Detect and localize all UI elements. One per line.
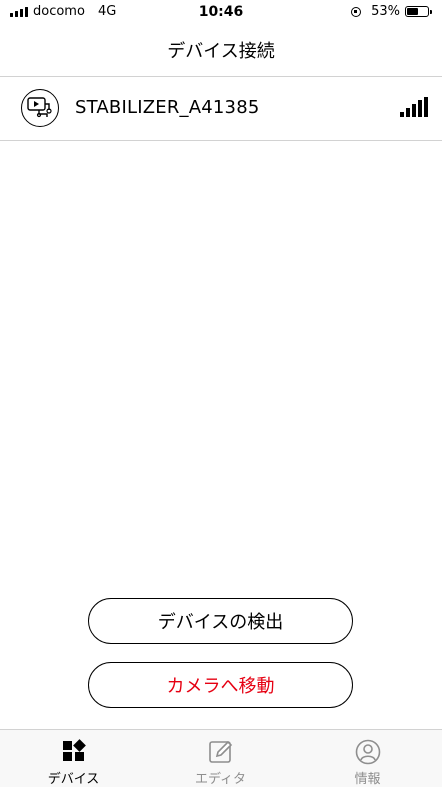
tab-info[interactable]: 情報	[294, 730, 441, 787]
tab-editor[interactable]: エディタ	[147, 730, 294, 787]
device-name: STABILIZER_A41385	[75, 97, 260, 118]
edit-icon	[208, 740, 232, 763]
tab-devices-label: デバイス	[47, 772, 100, 787]
device-row-divider	[0, 140, 442, 141]
go-to-camera-button[interactable]: カメラへ移動	[88, 662, 353, 708]
stabilizer-camera-icon	[21, 89, 59, 127]
tab-bar: デバイス エディタ 情報	[0, 729, 442, 787]
tab-info-label: 情報	[354, 772, 381, 787]
tab-devices[interactable]: デバイス	[0, 730, 147, 787]
battery-fill	[407, 8, 418, 15]
devices-icon	[62, 739, 86, 761]
page-title: デバイス接続	[167, 41, 275, 62]
signal-strength-icon	[400, 97, 428, 117]
status-right: 53%	[351, 4, 432, 19]
battery-cap	[430, 9, 432, 14]
rotation-lock-icon	[351, 6, 362, 17]
battery-icon	[405, 6, 429, 17]
battery-percent: 53%	[371, 4, 400, 19]
status-bar: docomo 4G 10:46 53%	[0, 0, 442, 26]
tab-editor-label: エディタ	[194, 772, 247, 787]
detect-devices-button[interactable]: デバイスの検出	[88, 598, 353, 644]
user-info-icon	[355, 739, 380, 765]
device-list-item[interactable]: STABILIZER_A41385	[0, 77, 442, 140]
stabilizer-camera-glyph	[27, 97, 52, 118]
